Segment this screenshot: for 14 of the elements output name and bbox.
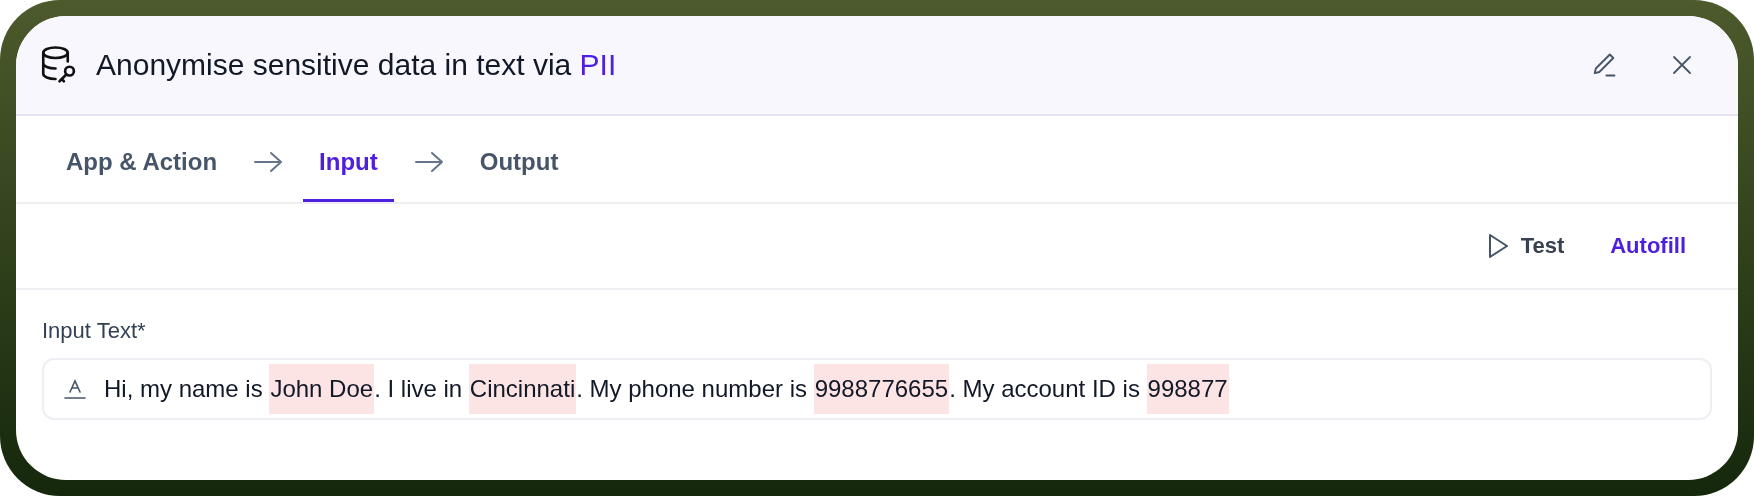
step-tab[interactable]: Output: [463, 116, 575, 202]
step-tab[interactable]: App & Action: [50, 116, 234, 202]
field-label: Input Text*: [42, 318, 147, 344]
arrow-right-icon: [413, 151, 444, 173]
dialog-title: Anonymise sensitive data in text via PII: [96, 48, 618, 82]
close-icon: [1670, 53, 1694, 77]
arrow-right-icon: [253, 151, 284, 173]
step-tab[interactable]: Input: [303, 116, 394, 202]
test-button[interactable]: Test: [1486, 233, 1565, 259]
autofill-button[interactable]: Autofill: [1610, 233, 1686, 259]
input-text: Hi, my name is John Doe. I live in Cincinnati. My phone number is 9988776655. My account ID is 998877: [104, 364, 1229, 414]
play-icon: [1486, 233, 1509, 259]
text-type-icon: [64, 378, 86, 400]
input-field[interactable]: Hi, my name is John Doe. I live in Cincinnati. My phone number is 9988776655. My account ID is 998877: [42, 358, 1712, 420]
